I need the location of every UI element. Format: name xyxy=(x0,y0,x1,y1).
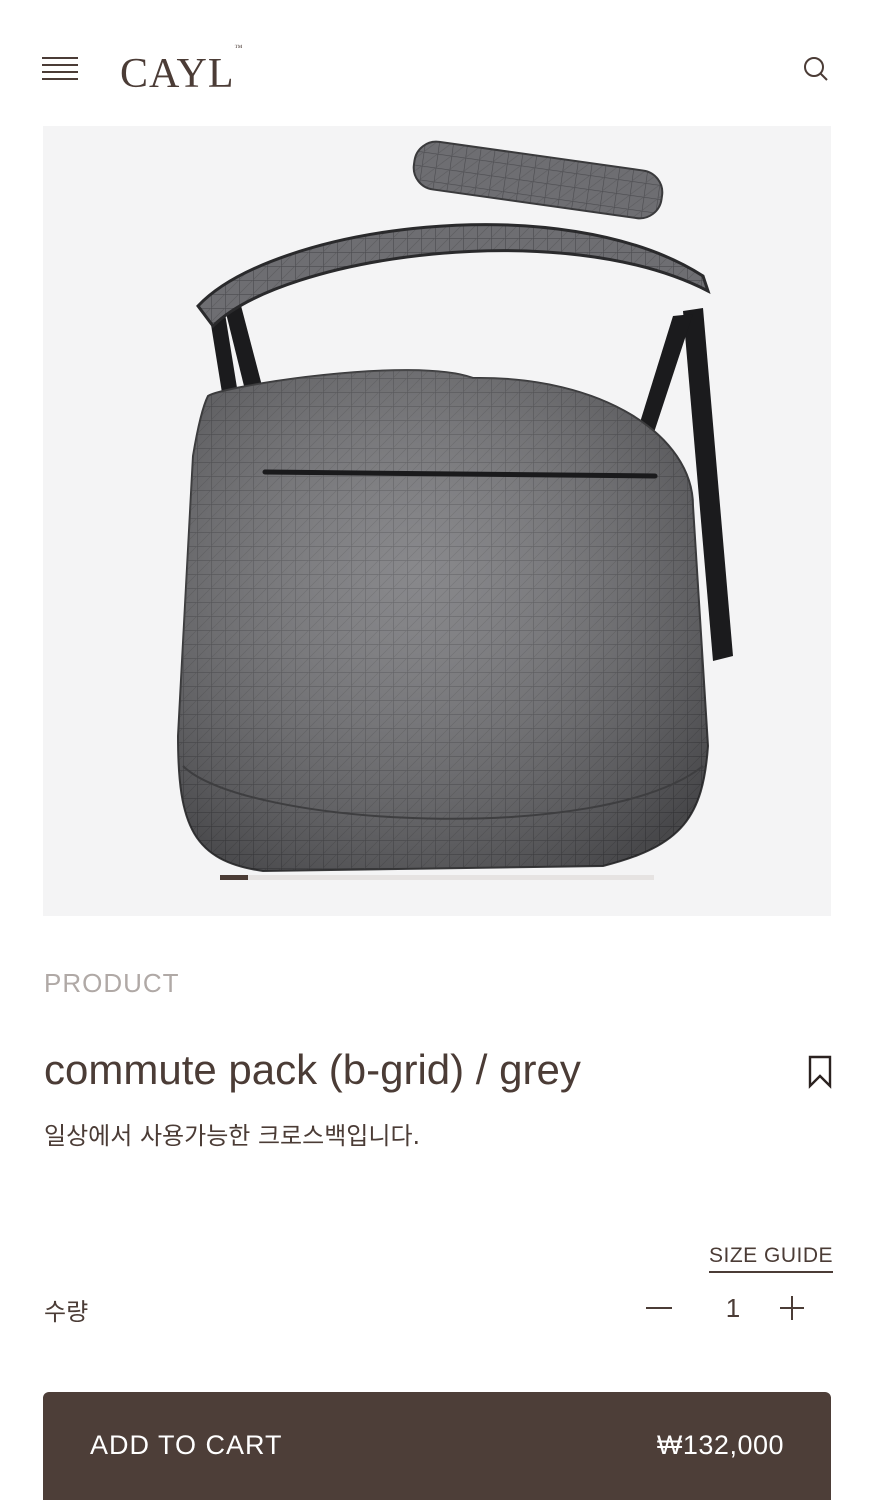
plus-icon[interactable] xyxy=(772,1290,812,1326)
add-to-cart-button[interactable]: ADD TO CART ₩132,000 xyxy=(43,1392,831,1500)
quantity-value: 1 xyxy=(725,1293,741,1323)
product-description: 일상에서 사용가능한 크로스백입니다. xyxy=(44,1122,421,1150)
product-category: PRODUCT xyxy=(44,968,180,998)
logo-trademark: ™ xyxy=(234,43,244,52)
product-image xyxy=(176,140,733,873)
gallery-progress-indicator xyxy=(220,875,654,880)
minus-icon[interactable] xyxy=(640,1290,680,1326)
hamburger-menu-icon[interactable] xyxy=(42,57,80,83)
header: CAYL™ xyxy=(0,0,875,130)
search-icon[interactable] xyxy=(800,53,832,85)
size-guide-link[interactable]: SIZE GUIDE xyxy=(709,1244,834,1273)
logo[interactable]: CAYL™ xyxy=(120,43,243,97)
product-image-gallery[interactable] xyxy=(43,126,831,916)
logo-text: CAYL xyxy=(120,51,235,97)
cart-price: ₩132,000 xyxy=(656,1430,784,1460)
gallery-progress-active xyxy=(220,875,248,880)
add-to-cart-label: ADD TO CART xyxy=(90,1430,283,1460)
quantity-label: 수량 xyxy=(44,1298,89,1326)
product-title: commute pack (b-grid) / grey xyxy=(44,1046,581,1093)
bookmark-icon[interactable] xyxy=(806,1055,834,1089)
